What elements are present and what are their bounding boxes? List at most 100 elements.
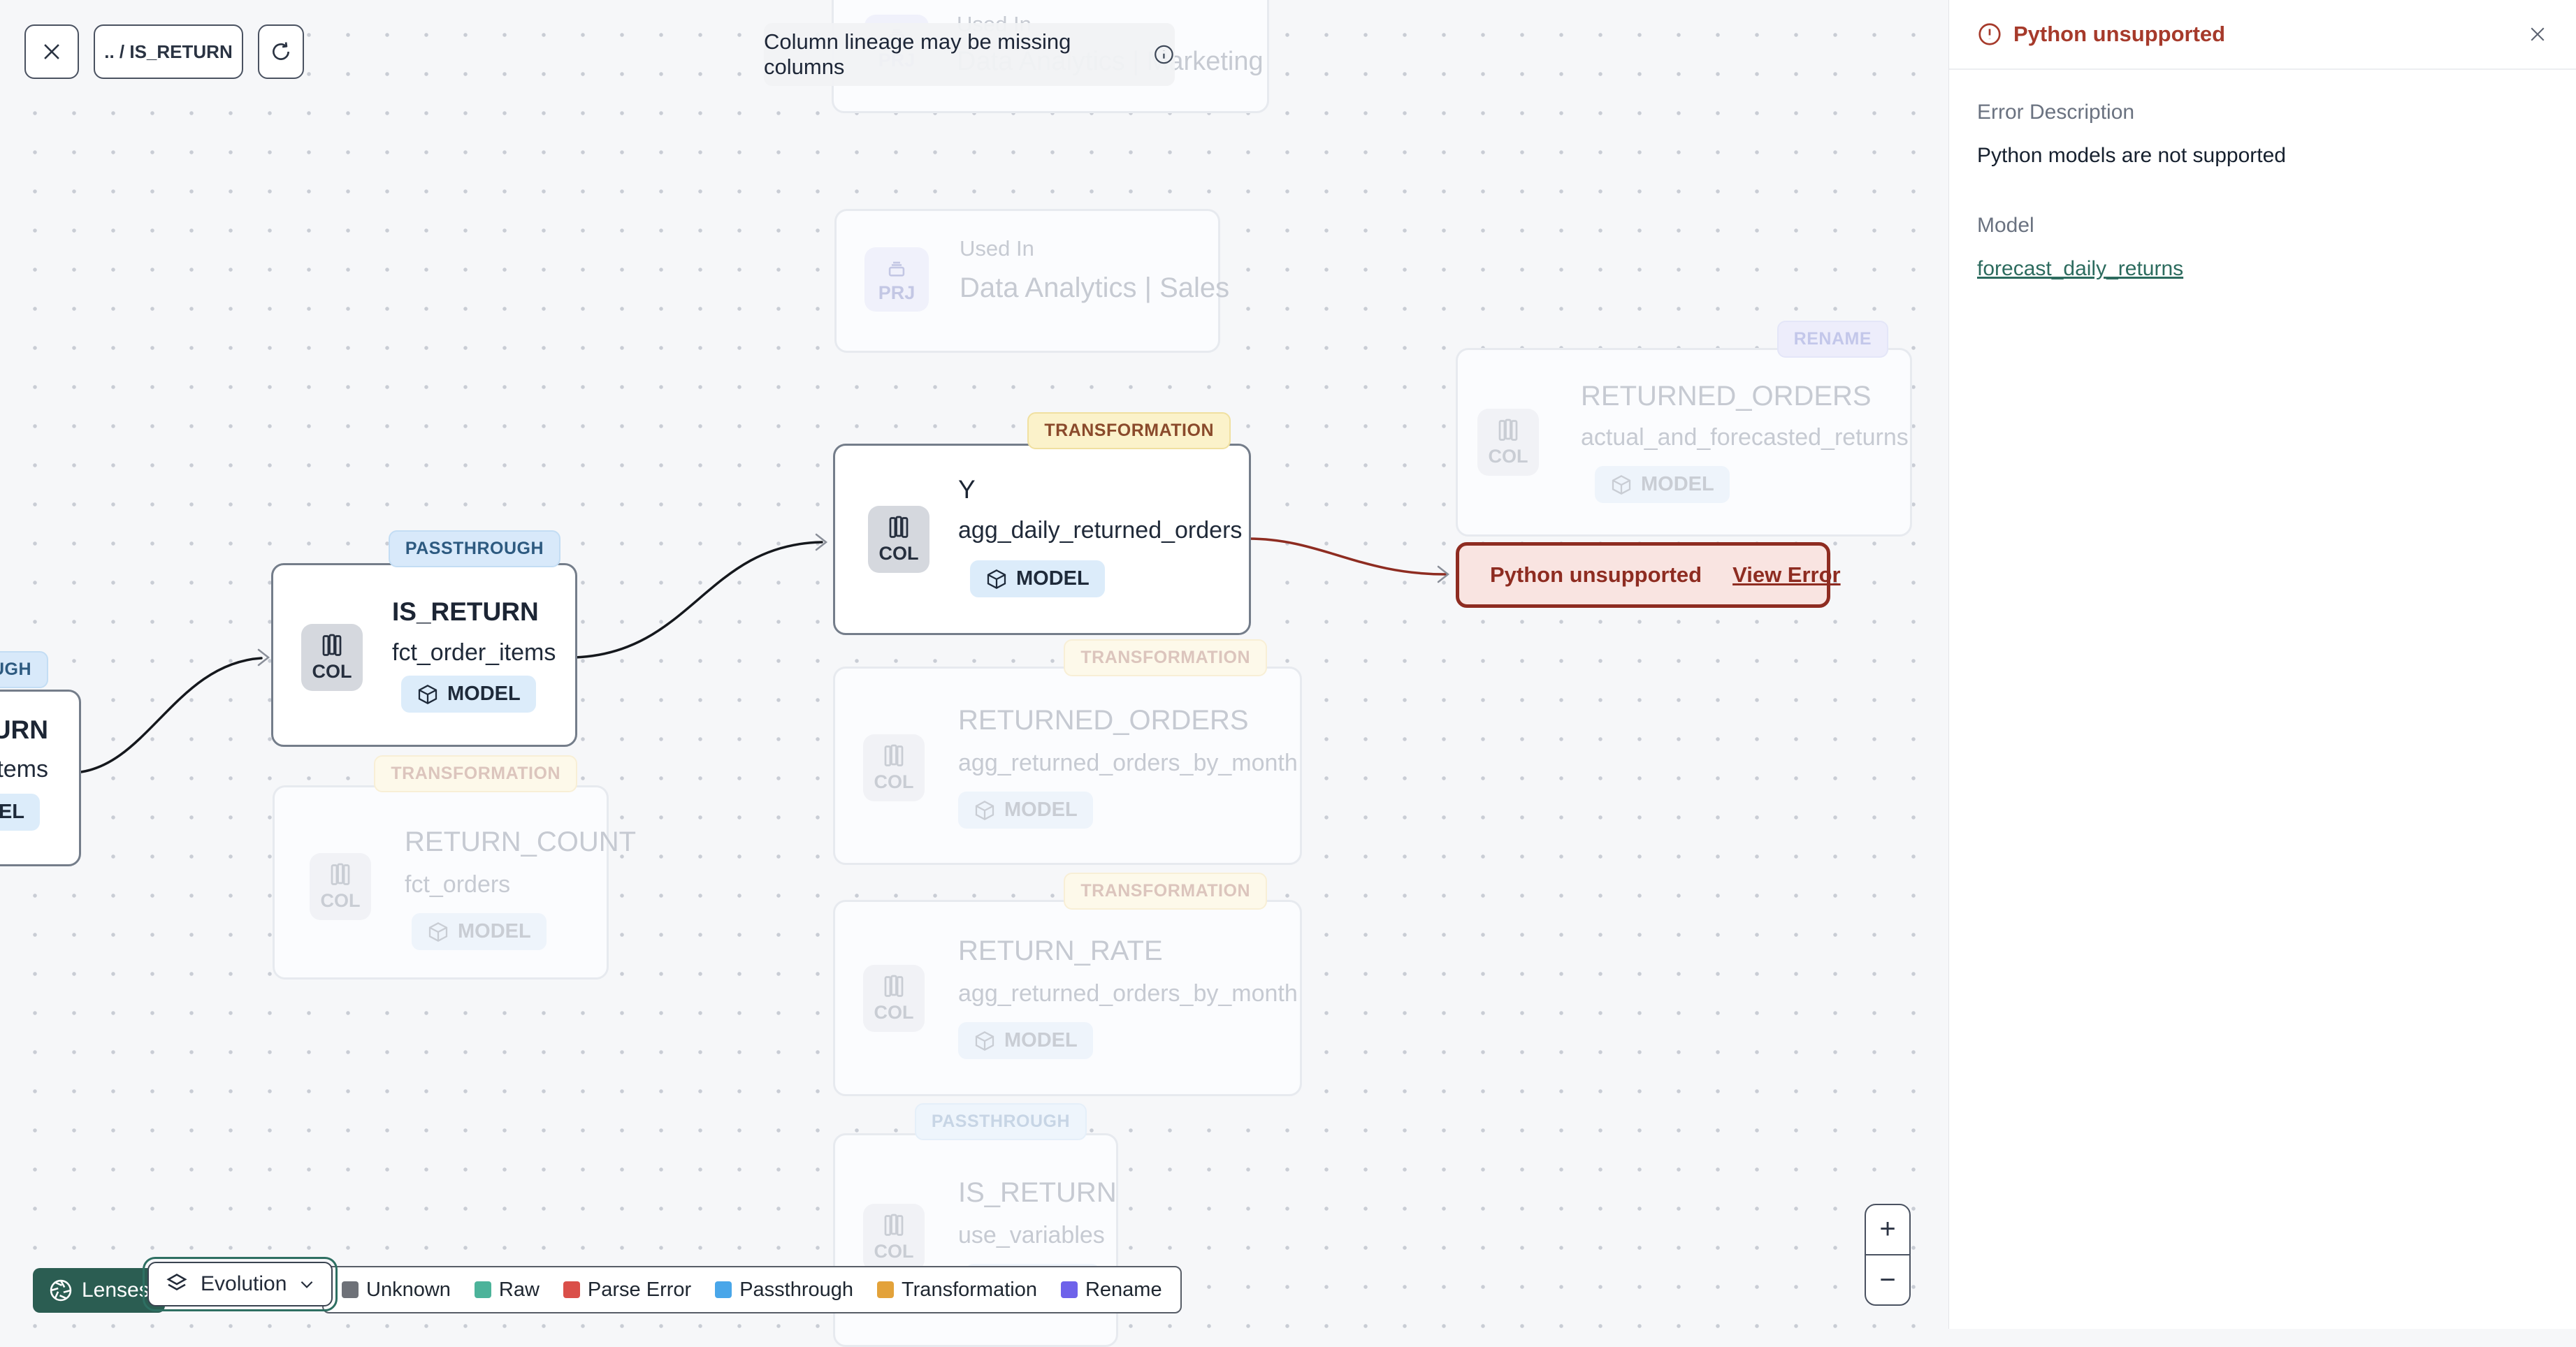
model-badge-label: MODEL (0, 801, 24, 823)
legend-swatch (563, 1281, 580, 1298)
breadcrumb[interactable]: .. / IS_RETURN (94, 24, 243, 79)
col-badge-label: COL (320, 889, 361, 911)
prj-badge: PRJ (864, 247, 929, 312)
model-link[interactable]: forecast_daily_returns (1977, 257, 2183, 281)
node-title: IS_RETURN (0, 715, 48, 744)
model-badge-label: MODEL (1641, 473, 1714, 495)
model-badge-label: MODEL (1016, 567, 1090, 590)
tag-passthrough: PASSTHROUGH (0, 651, 48, 688)
tag-transformation: TRANSFORMATION (374, 755, 577, 792)
model-badge: MODEL (0, 794, 40, 831)
zoom-in-button[interactable]: + (1866, 1205, 1909, 1254)
model-badge: MODEL (958, 792, 1093, 829)
node-title: RETURNED_ORDERS (958, 705, 1249, 736)
tag-transformation: TRANSFORMATION (1027, 412, 1231, 449)
model-badge-label: MODEL (447, 683, 521, 705)
lineage-warning-banner: Column lineage may be missing columns (764, 23, 1175, 86)
refresh-icon (273, 42, 289, 60)
zoom-controls: + − (1865, 1204, 1911, 1306)
node-subtitle: actual_and_forecasted_returns (1581, 424, 1909, 451)
node-subtitle: agg_returned_orders_by_month (958, 750, 1298, 776)
node-agg-daily-returned-orders[interactable]: TRANSFORMATION COL Y agg_daily_returned_… (833, 412, 1251, 635)
lineage-canvas[interactable]: PRJ Used In Data Analytics | Marketing P… (0, 0, 1948, 1347)
legend-label: Raw (498, 1278, 540, 1301)
model-badge: MODEL (958, 1022, 1093, 1059)
error-chip-label: Python unsupported (1490, 562, 1702, 587)
panel-body: Error Description Python models are not … (1949, 70, 2576, 312)
columns-icon (1498, 418, 1518, 441)
col-badge: COL (868, 506, 929, 573)
cube-icon (975, 1031, 994, 1051)
layers-icon (166, 1274, 187, 1290)
col-badge-label: COL (874, 771, 914, 792)
col-badge: COL (863, 965, 925, 1032)
node-subtitle: fct_orders (405, 871, 511, 898)
col-badge-label: COL (874, 1001, 914, 1023)
node-return-count[interactable]: TRANSFORMATION COL RETURN_COUNT fct_orde… (273, 755, 636, 980)
lens-dropdown-value: Evolution (201, 1272, 287, 1295)
legend-item-raw: Raw (474, 1278, 540, 1302)
refresh-button[interactable] (258, 24, 304, 79)
node-return-rate[interactable]: TRANSFORMATION COL RETURN_RATE agg_retur… (833, 873, 1302, 1096)
col-badge: COL (301, 624, 363, 691)
legend-label: Passthrough (739, 1278, 854, 1301)
node-used-in-sales[interactable]: PRJ Used In Data Analytics | Sales (834, 209, 1229, 353)
chevron-down-icon (301, 1281, 313, 1288)
lens-select-focus-ring: Evolution (143, 1257, 338, 1311)
columns-icon (331, 863, 350, 885)
tag-passthrough: PASSTHROUGH (388, 530, 560, 567)
panel-title: Python unsupported (2013, 22, 2226, 46)
aperture-icon (50, 1279, 72, 1302)
zoom-out-button[interactable]: − (1866, 1255, 1909, 1304)
close-icon (44, 44, 59, 59)
arrowhead-icon (815, 533, 828, 551)
legend-item-parse-error: Parse Error (563, 1279, 691, 1302)
cube-icon (987, 569, 1006, 589)
edge-isreturn-to-central (573, 541, 823, 659)
legend-swatch (1060, 1281, 1078, 1298)
info-icon[interactable] (1153, 43, 1175, 66)
lenses-button-label: Lenses (82, 1279, 150, 1302)
node-title: RETURN_RATE (958, 935, 1163, 966)
lens-dropdown[interactable]: Evolution (147, 1262, 333, 1306)
node-subtitle: agg_returned_orders_by_month (958, 980, 1298, 1007)
legend-label: Rename (1085, 1278, 1162, 1301)
col-badge-label: COL (312, 660, 352, 682)
view-error-link[interactable]: View Error (1732, 562, 1841, 588)
legend-label: Parse Error (587, 1278, 692, 1301)
node-returned-orders-transform[interactable]: TRANSFORMATION COL RETURNED_ORDERS agg_r… (833, 639, 1302, 865)
model-badge: MODEL (401, 676, 536, 713)
model-badge-label: MODEL (1004, 799, 1078, 821)
node-subtitle: use_variables (958, 1222, 1105, 1248)
node-is-return-upstream[interactable]: PASSTHROUGH IS_RETURN stg_order_items MO… (0, 651, 81, 866)
panel-header: Python unsupported (1949, 0, 2576, 70)
close-lineage-button[interactable] (24, 24, 79, 79)
legend-item-passthrough: Passthrough (715, 1279, 853, 1302)
col-badge-label: COL (874, 1240, 914, 1262)
legend-swatch (877, 1281, 895, 1298)
node-subtitle: fct_order_items (392, 639, 556, 666)
node-title: IS_RETURN (392, 597, 539, 626)
arrowhead-icon (257, 648, 270, 667)
edge-central-to-error (1247, 537, 1447, 576)
model-label: Model (1977, 214, 2034, 237)
node-returned-orders-rename[interactable]: RENAME COL RETURNED_ORDERS actual_and_fo… (1456, 321, 1912, 537)
node-is-return-use-variables[interactable]: PASSTHROUGH COL IS_RETURN use_variables … (833, 1103, 1118, 1347)
col-badge: COL (863, 1204, 925, 1271)
col-badge: COL (1477, 409, 1539, 476)
legend-swatch (715, 1281, 732, 1298)
cube-icon (418, 684, 437, 704)
panel-close-button[interactable] (2527, 24, 2548, 45)
node-title: Y (958, 475, 976, 504)
error-node-python-unsupported[interactable]: Python unsupported View Error (1456, 542, 1841, 608)
banner-text: Column lineage may be missing columns (764, 29, 1071, 79)
node-title: Used In (960, 236, 1034, 261)
error-detail-panel: Python unsupported Error Description Pyt… (1948, 0, 2576, 1329)
node-title: RETURN_COUNT (405, 827, 637, 857)
model-badge-label: MODEL (1004, 1029, 1078, 1051)
node-is-return[interactable]: PASSTHROUGH COL IS_RETURN fct_order_item… (271, 530, 577, 747)
col-badge-label: COL (1488, 445, 1528, 467)
model-badge: MODEL (412, 913, 547, 950)
tag-transformation: TRANSFORMATION (1064, 873, 1267, 910)
columns-icon (322, 634, 342, 656)
